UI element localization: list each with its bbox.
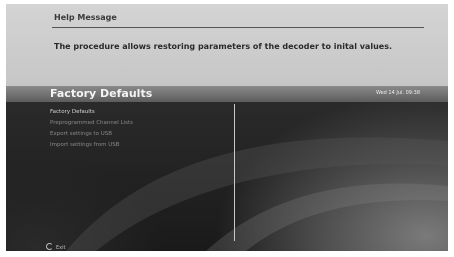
- help-title: Help Message: [54, 13, 117, 22]
- help-text: The procedure allows restoring parameter…: [54, 42, 392, 51]
- menu-item-export-settings-usb[interactable]: Export settings to USB: [50, 129, 133, 140]
- menu-title-bar: Factory Defaults Wed 14 Jul. 09:38: [6, 86, 448, 102]
- menu-panel: Factory Defaults Wed 14 Jul. 09:38 Facto…: [6, 86, 448, 251]
- panel-divider: [234, 104, 235, 241]
- menu-list: Factory Defaults Preprogrammed Channel L…: [50, 107, 133, 151]
- exit-hint[interactable]: Exit: [46, 243, 65, 251]
- tv-screen: Help Message The procedure allows restor…: [6, 4, 448, 251]
- date-time: Wed 14 Jul. 09:38: [375, 90, 420, 96]
- menu-item-import-settings-usb[interactable]: Import settings from USB: [50, 140, 133, 151]
- exit-icon: [46, 243, 53, 250]
- menu-item-preprogrammed-channel-lists[interactable]: Preprogrammed Channel Lists: [50, 118, 133, 129]
- menu-title: Factory Defaults: [50, 87, 153, 100]
- exit-label: Exit: [56, 245, 66, 251]
- menu-item-factory-defaults[interactable]: Factory Defaults: [50, 107, 133, 118]
- help-divider: [52, 27, 424, 28]
- help-message-panel: Help Message The procedure allows restor…: [6, 4, 448, 86]
